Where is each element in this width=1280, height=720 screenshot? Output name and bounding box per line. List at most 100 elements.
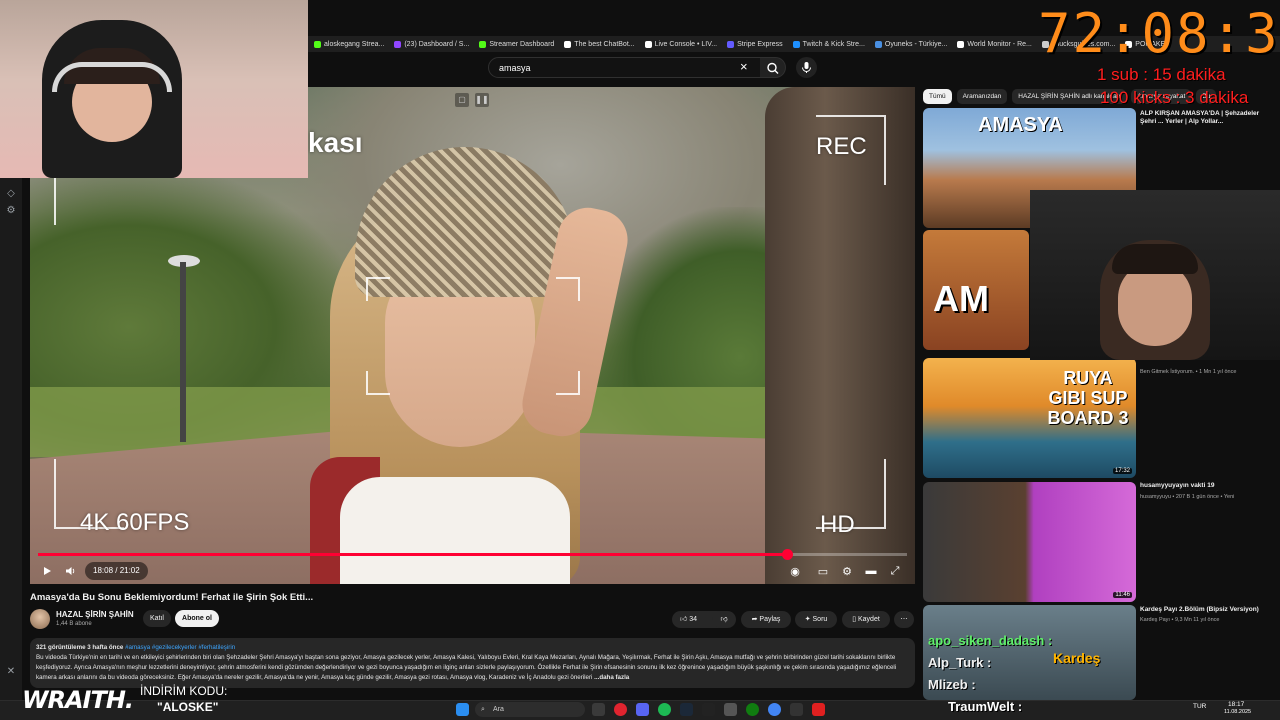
related-thumbnail[interactable]: 11:46 — [923, 482, 1136, 602]
favicon-icon — [479, 40, 487, 48]
play-button[interactable] — [38, 562, 56, 580]
theater-icon: ▬ — [865, 565, 877, 577]
screen: ◇ ⚙ ✕ aloskegang Strea... (23) Dashboard… — [0, 0, 1280, 720]
subathon-timer: 72:08:37 — [1038, 2, 1280, 65]
view-meta: 321 görüntüleme 3 hafta önce — [36, 644, 124, 651]
share-button[interactable]: ➦ Paylaş — [741, 611, 791, 628]
show-more-link[interactable]: ...daha fazla — [594, 674, 629, 681]
voice-search-button[interactable] — [796, 57, 817, 78]
steam-icon[interactable] — [680, 703, 693, 716]
autoplay-toggle[interactable]: ◉ — [787, 562, 803, 580]
focus-frame — [366, 371, 390, 395]
time-display: 18:08 / 21:02 — [85, 562, 148, 580]
favicon-icon — [644, 40, 652, 48]
obs-icon[interactable] — [790, 703, 803, 716]
favicon-icon — [564, 40, 572, 48]
subtitles-button[interactable]: ▭ — [815, 562, 831, 580]
bookmark[interactable]: aloskegang Strea... — [314, 40, 384, 48]
progress-bar[interactable] — [38, 549, 907, 560]
subscribe-button[interactable]: Abone ol — [175, 610, 219, 627]
related-thumbnail[interactable]: RUYA GIBI SUP BOARD 3 17:32 — [923, 358, 1136, 478]
more-icon: ⋯ — [900, 616, 908, 623]
share-icon: ➦ — [751, 616, 758, 623]
related-title[interactable]: Kardeş Payı 2.Bölüm (Bipsiz Versiyon) — [1140, 606, 1275, 614]
microphone-icon — [802, 62, 811, 73]
focus-frame — [556, 371, 580, 395]
fullscreen-button[interactable]: ⤢ — [887, 562, 903, 580]
kicks-rule: 100 kicks : 3 dakika — [1100, 88, 1249, 107]
app-icon[interactable] — [724, 703, 737, 716]
bookmark[interactable]: (23) Dashboard / S... — [394, 40, 469, 48]
duration-badge: 17:32 — [1112, 468, 1132, 474]
bookmark[interactable]: Twitch & Kick Stre... — [792, 40, 865, 48]
video-subject — [290, 127, 650, 584]
related-meta: Kardeş Payı • 9,3 Mn 11 yıl önce — [1140, 617, 1220, 623]
search-input[interactable] — [488, 57, 762, 78]
gear-icon: ⚙ — [842, 565, 852, 578]
description-box[interactable]: 321 görüntüleme 3 hafta önce #amasya #ge… — [30, 638, 915, 688]
app-icon[interactable] — [812, 703, 825, 716]
ask-button[interactable]: ✦ Soru — [795, 611, 837, 628]
hashtags[interactable]: #amasya #gezilecekyerler #ferhatileşirin — [125, 644, 235, 651]
search-button[interactable] — [760, 57, 786, 78]
chip[interactable]: Tümü — [923, 88, 952, 104]
rec-label: REC — [816, 133, 867, 160]
gx-icon[interactable]: ✕ — [5, 666, 17, 678]
opera-gx-icon[interactable] — [614, 703, 627, 716]
related-thumbnail[interactable]: AM — [923, 230, 1029, 350]
fullscreen-icon: ⤢ — [890, 564, 900, 577]
video-caption: kası — [308, 127, 363, 158]
miniplayer-icon[interactable]: ▢ — [455, 93, 469, 107]
xbox-icon[interactable] — [746, 703, 759, 716]
save-label: Kaydet — [858, 616, 880, 623]
subject-cap — [355, 147, 575, 297]
epic-games-icon[interactable] — [702, 703, 715, 716]
join-button[interactable]: Katıl — [143, 610, 171, 627]
progress-scrubber[interactable] — [782, 549, 794, 560]
bookmark[interactable]: Live Console • LIV... — [644, 40, 717, 48]
sub-rule: 1 sub : 15 dakika — [1097, 65, 1226, 84]
second-webcam — [1030, 190, 1280, 360]
pause-icon[interactable]: ❚❚ — [475, 93, 489, 107]
subject-top — [340, 477, 570, 584]
chrome-icon[interactable] — [768, 703, 781, 716]
sparkle-icon: ✦ — [804, 616, 811, 623]
related-title[interactable]: ALP KIRŞAN AMASYA'DA | Şehzadeler Şehri … — [1140, 110, 1275, 126]
taskbar-search[interactable]: ⌕ Ara — [475, 702, 585, 717]
settings-button[interactable]: ⚙ — [839, 562, 855, 580]
chat-user: Mlizeb : — [928, 677, 976, 692]
bookmark[interactable]: World Monitor - Re... — [957, 40, 1032, 48]
video-top-controls: ▢ ❚❚ — [455, 93, 489, 107]
volume-button[interactable] — [62, 562, 80, 580]
play-icon — [44, 567, 51, 575]
favicon-icon — [314, 40, 321, 48]
save-button[interactable]: ▯ Kaydet — [842, 611, 890, 628]
extension-icon[interactable]: ◇ — [5, 188, 17, 200]
theater-button[interactable]: ▬ — [863, 562, 879, 580]
related-meta: Ben Gitmek İstiyorum. • 1 Mn 1 yıl önce — [1140, 369, 1237, 375]
channel-name[interactable]: HAZAL ŞİRİN ŞAHİN — [56, 610, 134, 619]
discord-icon[interactable] — [636, 703, 649, 716]
more-actions-button[interactable]: ⋯ — [894, 611, 914, 628]
chip[interactable]: Aramanızdan — [956, 88, 1008, 104]
clock-time[interactable]: 18:17 — [1228, 701, 1244, 708]
related-title[interactable]: husamyyuyayın vakti 19 — [1140, 482, 1275, 490]
focus-frame — [366, 277, 390, 301]
channel-avatar[interactable] — [30, 609, 50, 629]
bookmark[interactable]: Oyuneks - Türkiye... — [874, 40, 947, 48]
bookmark[interactable]: The best ChatBot... — [564, 40, 635, 48]
task-view-icon[interactable] — [592, 703, 605, 716]
bookmark[interactable]: Stripe Express — [727, 40, 783, 48]
thumbs-up-icon: 👍︎ — [680, 616, 688, 623]
clear-search-icon[interactable]: × — [740, 59, 748, 74]
spotify-icon[interactable] — [658, 703, 671, 716]
language-indicator[interactable]: TUR — [1193, 703, 1206, 710]
webcam-face — [1118, 262, 1192, 346]
settings-icon[interactable]: ⚙ — [5, 205, 17, 217]
clock-date[interactable]: 11.08.2025 — [1224, 709, 1251, 715]
bookmark[interactable]: Streamer Dashboard — [479, 40, 554, 48]
subtitles-icon: ▭ — [817, 565, 829, 578]
like-count: 34 — [689, 616, 698, 623]
windows-start-icon[interactable] — [456, 703, 469, 716]
dislike-button[interactable]: 👎︎ — [712, 611, 736, 628]
